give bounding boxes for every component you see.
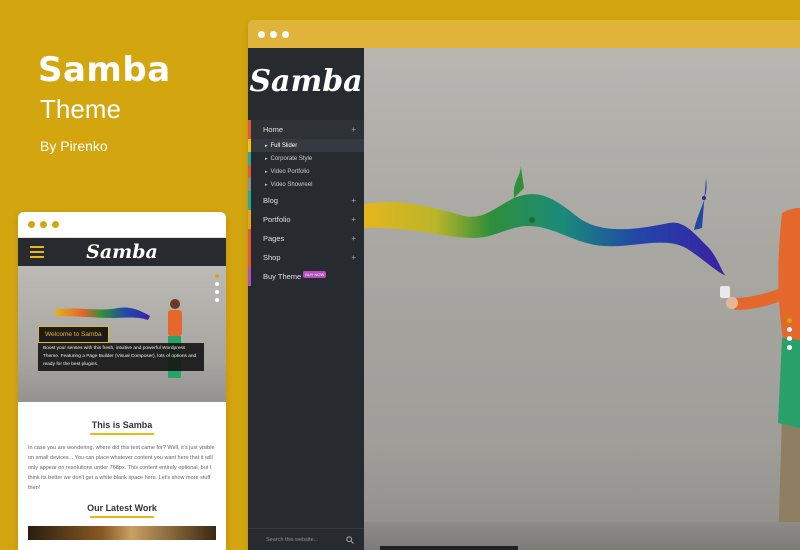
- menu-item-shop[interactable]: Shop +: [248, 248, 364, 267]
- sidebar-search[interactable]: Search this website...: [248, 528, 364, 550]
- buy-now-badge: BUY NOW: [303, 271, 327, 278]
- plus-icon[interactable]: +: [351, 253, 356, 262]
- hero-subtitle: Theme: [40, 94, 121, 124]
- welcome-label: Welcome to Samba: [38, 326, 109, 343]
- menu-item-label: Shop: [263, 253, 281, 262]
- plus-icon[interactable]: +: [351, 234, 356, 243]
- sidebar: Samba Home + ▸ Full Slider ▸ Corporate Sty…: [248, 48, 364, 550]
- slider-dot[interactable]: [787, 327, 792, 332]
- browser-titlebar: [18, 212, 226, 238]
- window-dot-icon: [52, 221, 59, 228]
- desktop-browser-mockup: Samba Home + ▸ Full Slider ▸ Corporate Sty…: [248, 20, 800, 550]
- submenu-label: Full Slider: [270, 142, 298, 149]
- heading-underline: [90, 516, 154, 518]
- mobile-hero-slider[interactable]: Welcome to Samba Boost your senses with …: [18, 266, 226, 402]
- submenu-item-full-slider[interactable]: ▸ Full Slider: [248, 139, 364, 152]
- browser-titlebar: [248, 20, 800, 48]
- submenu-item-video-showreel[interactable]: ▸ Video Showreel: [248, 178, 364, 191]
- section-heading: This is Samba: [28, 420, 216, 435]
- menu-item-blog[interactable]: Blog +: [248, 191, 364, 210]
- slider-dot[interactable]: [215, 282, 219, 286]
- slider-dot[interactable]: [215, 274, 219, 278]
- menu-item-buy-theme[interactable]: Buy Theme BUY NOW: [248, 267, 364, 286]
- hamburger-menu-icon[interactable]: [30, 246, 44, 261]
- plus-icon[interactable]: +: [351, 196, 356, 205]
- slider-caption: Boost your senses with this fresh, intui…: [38, 343, 204, 371]
- submenu-item-corporate-style[interactable]: ▸ Corporate Style: [248, 152, 364, 165]
- window-dot-icon: [258, 30, 265, 38]
- paint-splash-image: [364, 160, 800, 550]
- heading-text: This is Samba: [91, 420, 153, 430]
- mobile-header: Samba: [18, 238, 226, 266]
- menu-item-home[interactable]: Home +: [248, 120, 364, 139]
- menu-item-label: Blog: [263, 196, 279, 205]
- submenu-label: Corporate Style: [270, 155, 313, 162]
- plus-icon[interactable]: +: [351, 215, 356, 224]
- submenu-label: Video Portfolio: [270, 168, 310, 175]
- intro-paragraph: In case you are wondering, where did thi…: [28, 445, 215, 491]
- menu-item-portfolio[interactable]: Portfolio +: [248, 210, 364, 229]
- menu-item-label: Home: [263, 125, 284, 134]
- caret-right-icon: ▸: [265, 142, 268, 149]
- window-dot-icon: [270, 30, 277, 38]
- mobile-slider-pagination: [215, 274, 219, 302]
- hero-author: By Pirenko: [40, 138, 108, 154]
- bottom-strip: [380, 546, 518, 550]
- caret-right-icon: ▸: [265, 155, 268, 162]
- slider-dot[interactable]: [787, 336, 792, 341]
- submenu-label: Video Showreel: [270, 181, 313, 188]
- caret-right-icon: ▸: [265, 168, 268, 175]
- menu-item-pages[interactable]: Pages +: [248, 229, 364, 248]
- latest-work-thumbnail[interactable]: [28, 526, 216, 540]
- sidebar-menu: Home + ▸ Full Slider ▸ Corporate Style ▸ Vi…: [248, 120, 364, 286]
- slider-dot[interactable]: [787, 318, 792, 323]
- site-logo[interactable]: Samba: [248, 48, 364, 118]
- slider-dot[interactable]: [215, 298, 219, 302]
- search-icon[interactable]: [346, 535, 354, 544]
- heading-text: Our Latest Work: [87, 503, 157, 513]
- buy-theme-label: Buy Theme: [263, 272, 302, 281]
- slider-pagination: [787, 318, 792, 350]
- hero-title: Samba: [38, 50, 171, 90]
- search-input[interactable]: Search this website...: [266, 537, 318, 543]
- mobile-logo[interactable]: Samba: [86, 241, 158, 263]
- slider-dot[interactable]: [215, 290, 219, 294]
- window-dot-icon: [282, 30, 289, 38]
- menu-item-label: Buy Theme BUY NOW: [263, 271, 327, 281]
- hero-slider[interactable]: [364, 48, 800, 550]
- menu-item-label: Pages: [263, 234, 285, 243]
- heading-underline: [90, 433, 154, 435]
- caret-right-icon: ▸: [265, 181, 268, 188]
- submenu-item-video-portfolio[interactable]: ▸ Video Portfolio: [248, 165, 364, 178]
- window-dot-icon: [28, 221, 35, 228]
- slider-dot[interactable]: [787, 345, 792, 350]
- plus-icon[interactable]: +: [351, 125, 356, 134]
- mobile-browser-mockup: Samba Welcome to Samba Boost your senses…: [18, 212, 226, 550]
- window-dot-icon: [40, 221, 47, 228]
- menu-item-label: Portfolio: [263, 215, 291, 224]
- section-heading-latest-work: Our Latest Work: [28, 503, 216, 518]
